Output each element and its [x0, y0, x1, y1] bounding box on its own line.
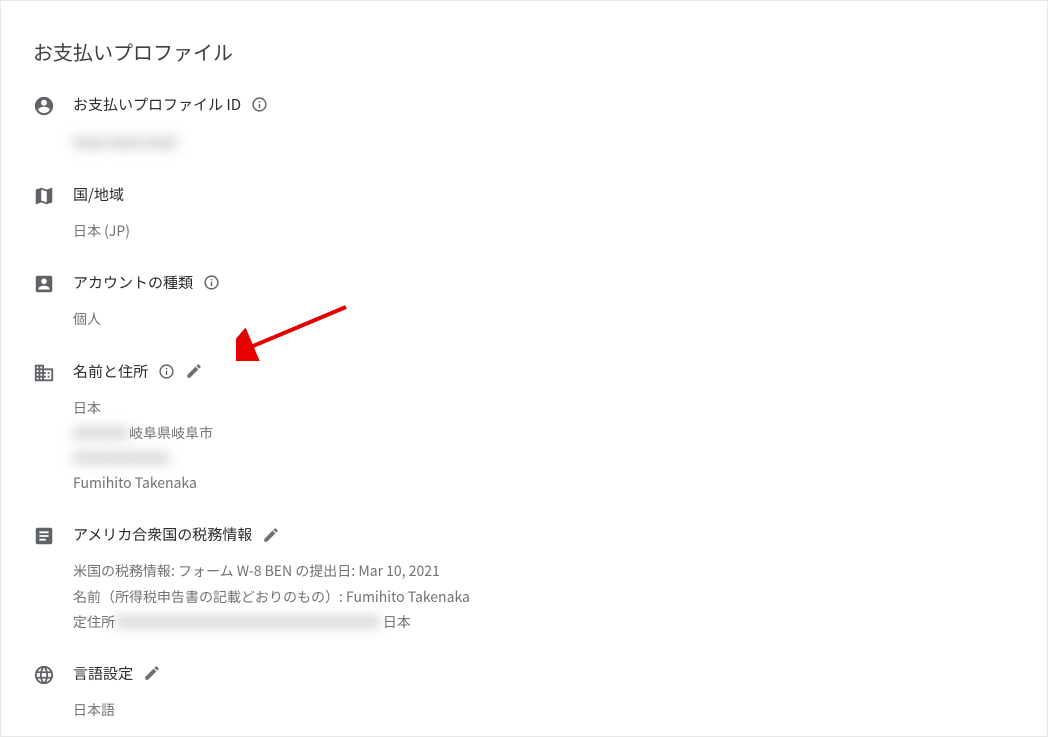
payments-profile-card: お支払いプロファイル お支払いプロファイル ID XXXX-XXXX-XXXX … — [0, 0, 1048, 737]
address-country: 日本 — [73, 396, 1015, 421]
profile-id-value: XXXX-XXXX-XXXX — [73, 131, 177, 156]
account-box-icon — [33, 272, 73, 295]
business-icon — [33, 361, 73, 384]
card-title: お支払いプロファイル — [33, 37, 1015, 66]
section-us-tax: アメリカ合衆国の税務情報 米国の税務情報: フォーム W-8 BEN の提出日:… — [33, 524, 1015, 635]
tax-label: アメリカ合衆国の税務情報 — [73, 524, 252, 545]
profile-id-label: お支払いプロファイル ID — [73, 94, 241, 115]
globe-icon — [33, 663, 73, 686]
address-name: Fumihito Takenaka — [73, 471, 1015, 496]
account-type-label: アカウントの種類 — [73, 272, 193, 293]
info-icon[interactable] — [251, 96, 268, 113]
tax-line2: 名前（所得税申告書の記載どおりのもの）: Fumihito Takenaka — [73, 585, 1015, 610]
article-icon — [33, 524, 73, 547]
language-label: 言語設定 — [73, 663, 133, 684]
name-address-label: 名前と住所 — [73, 361, 148, 382]
account-type-value: 個人 — [73, 307, 1015, 332]
section-profile-id: お支払いプロファイル ID XXXX-XXXX-XXXX — [33, 94, 1015, 156]
pencil-icon[interactable] — [143, 664, 161, 682]
tax-line1: 米国の税務情報: フォーム W-8 BEN の提出日: Mar 10, 2021 — [73, 559, 1015, 584]
pencil-icon[interactable] — [185, 362, 203, 380]
tax-line3: 定住所XXXXXXXXXXXXXXXXXXXXXXXXXXXXXXXXX 日本 — [73, 610, 1015, 635]
address-line3: XXXXXXXXXXXX — [73, 446, 1015, 471]
pencil-icon[interactable] — [262, 526, 280, 544]
section-language: 言語設定 日本語 — [33, 663, 1015, 723]
address-line2: XXXXXXX 岐阜県岐阜市 — [73, 421, 1015, 446]
section-name-address: 名前と住所 日本 XXXXXXX 岐阜県岐阜市 XXXXXXXXXXXX Fum… — [33, 361, 1015, 497]
section-country: 国/地域 日本 (JP) — [33, 184, 1015, 244]
person-icon — [33, 94, 73, 117]
language-value: 日本語 — [73, 698, 1015, 723]
map-icon — [33, 184, 73, 207]
section-account-type: アカウントの種類 個人 — [33, 272, 1015, 332]
info-icon[interactable] — [203, 274, 220, 291]
country-label: 国/地域 — [73, 184, 124, 205]
country-value: 日本 (JP) — [73, 219, 1015, 244]
info-icon[interactable] — [158, 363, 175, 380]
